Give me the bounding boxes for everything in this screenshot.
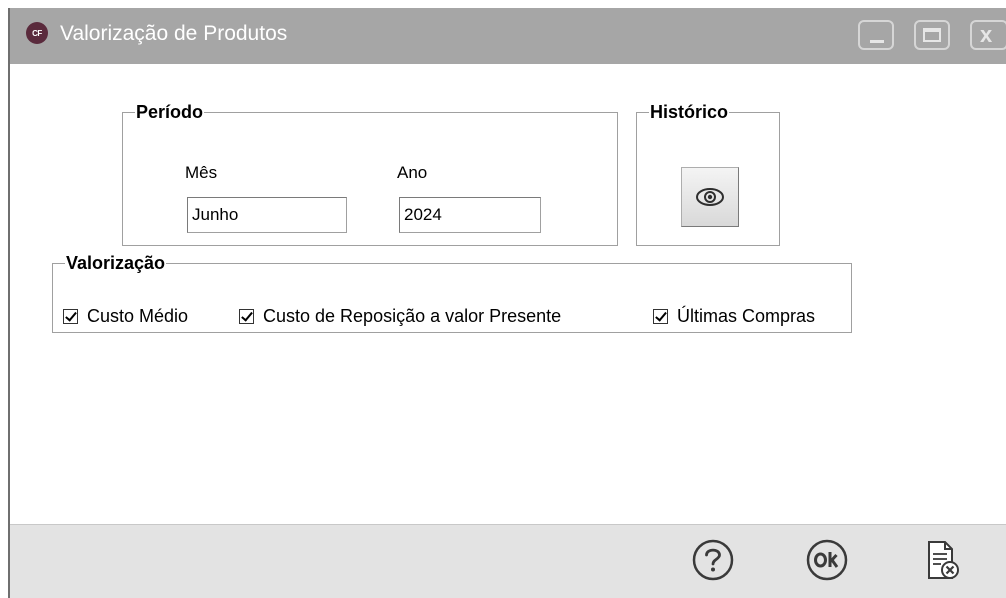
mes-input[interactable] — [187, 197, 347, 233]
mes-label: Mês — [185, 163, 218, 182]
valorizacao-legend: Valorização — [66, 253, 166, 273]
app-logo-icon: CF — [26, 22, 48, 44]
checkbox-checked-icon[interactable] — [239, 309, 254, 324]
close-icon: x — [980, 22, 993, 47]
ano-input[interactable] — [399, 197, 541, 233]
historico-legend: Histórico — [650, 102, 729, 122]
minimize-button[interactable] — [858, 20, 894, 50]
view-history-button[interactable] — [681, 167, 739, 227]
cancel-document-icon — [928, 541, 959, 579]
periodo-group: Período Mês Ano — [122, 102, 618, 246]
ultimas-compras-checkbox[interactable]: Últimas Compras — [653, 306, 815, 327]
close-button[interactable]: x — [970, 20, 1006, 50]
ok-button[interactable] — [802, 535, 852, 585]
window-title: Valorização de Produtos — [60, 22, 288, 45]
window: CF Valorização de Produtos x Período Mês… — [8, 8, 1006, 598]
eye-icon — [696, 188, 724, 206]
minimize-icon — [870, 40, 884, 43]
periodo-legend: Período — [136, 102, 204, 122]
ultimas-compras-label: Últimas Compras — [677, 306, 816, 326]
custo-reposicao-label: Custo de Reposição a valor Presente — [263, 306, 562, 326]
title-bar[interactable]: CF Valorização de Produtos x — [10, 8, 1006, 64]
help-button[interactable] — [688, 535, 738, 585]
custo-reposicao-checkbox[interactable]: Custo de Reposição a valor Presente — [239, 306, 561, 327]
checkbox-checked-icon[interactable] — [63, 309, 78, 324]
historico-group: Histórico — [636, 102, 780, 246]
checkbox-checked-icon[interactable] — [653, 309, 668, 324]
custo-medio-label: Custo Médio — [87, 306, 189, 326]
cancel-button[interactable] — [916, 535, 966, 585]
footer-toolbar — [10, 524, 1006, 598]
ok-icon — [806, 539, 848, 581]
custo-medio-checkbox[interactable]: Custo Médio — [63, 306, 188, 327]
form-content: Período Mês Ano Histórico Valorização Cu… — [10, 64, 1006, 524]
maximize-button[interactable] — [914, 20, 950, 50]
maximize-icon — [923, 28, 941, 42]
valorizacao-group: Valorização Custo Médio Custo de Reposiç… — [52, 253, 852, 333]
help-icon — [692, 539, 734, 581]
ano-label: Ano — [397, 163, 428, 182]
